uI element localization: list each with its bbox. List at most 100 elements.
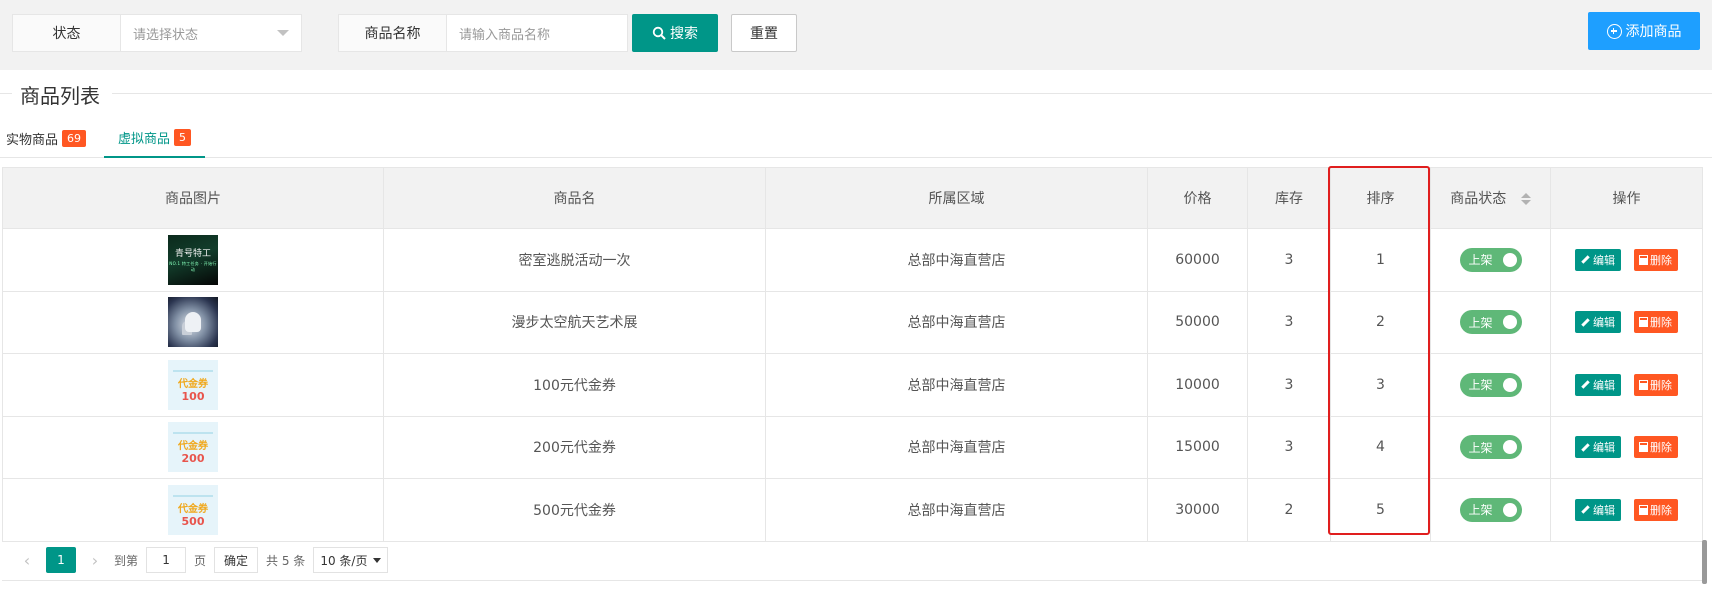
product-tabs: 实物商品 69 虚拟商品 5 bbox=[0, 118, 1712, 158]
product-price: 50000 bbox=[1147, 290, 1248, 354]
section-title: 商品列表 bbox=[20, 84, 100, 108]
pencil-icon bbox=[1581, 505, 1590, 514]
name-input[interactable]: 请输入商品名称 bbox=[447, 15, 627, 51]
product-price: 30000 bbox=[1147, 478, 1248, 542]
edit-button[interactable]: 编辑 bbox=[1575, 498, 1621, 521]
sort-icon[interactable] bbox=[1520, 193, 1531, 205]
status-toggle[interactable]: 上架 bbox=[1459, 435, 1522, 460]
actions-cell: 编辑 删除 bbox=[1550, 290, 1703, 354]
prev-page-icon[interactable]: ‹ bbox=[16, 551, 38, 570]
total-count: 共 5 条 bbox=[266, 553, 306, 568]
reset-button[interactable]: 重置 bbox=[731, 14, 797, 52]
status-cell: 上架 bbox=[1430, 478, 1551, 542]
tab-label: 实物商品 bbox=[6, 132, 59, 148]
thumbnail-stripe bbox=[173, 494, 213, 497]
page-size-value: 10 条/页 bbox=[320, 553, 368, 568]
table-row: 青号特工 NO.1 特工任务 · 开始行动 密室逃脱活动一次 总部中海直营店 6… bbox=[2, 228, 1703, 292]
product-image-cell: 代金券 100 bbox=[2, 353, 384, 417]
legend-divider-left bbox=[0, 93, 12, 94]
status-toggle[interactable]: 上架 bbox=[1459, 247, 1522, 272]
search-button-label: 搜索 bbox=[670, 26, 698, 42]
trash-icon bbox=[1639, 317, 1648, 328]
delete-button[interactable]: 删除 bbox=[1634, 373, 1678, 396]
pagination: ‹ 1 › 到第 1 页 确定 共 5 条 10 条/页 bbox=[2, 540, 389, 580]
pencil-icon bbox=[1581, 255, 1590, 264]
add-product-button[interactable]: 添加商品 bbox=[1588, 12, 1700, 50]
product-sort: 5 bbox=[1330, 478, 1431, 542]
thumbnail-text: 青号特工 bbox=[174, 249, 211, 260]
scrollbar-thumb[interactable] bbox=[1702, 540, 1707, 584]
product-image-cell: 代金券 500 bbox=[2, 478, 384, 542]
goto-page-input[interactable]: 1 bbox=[146, 547, 187, 573]
status-select[interactable]: 请选择状态 bbox=[121, 15, 301, 51]
column-header: 排序 bbox=[1330, 167, 1431, 229]
delete-button-label: 删除 bbox=[1650, 316, 1672, 330]
status-toggle-label: 上架 bbox=[1468, 315, 1493, 330]
status-toggle[interactable]: 上架 bbox=[1459, 310, 1522, 335]
product-name: 漫步太空航天艺术展 bbox=[383, 290, 766, 354]
delete-button-label: 删除 bbox=[1650, 503, 1672, 517]
pencil-icon bbox=[1581, 318, 1590, 327]
product-price: 60000 bbox=[1147, 228, 1248, 292]
status-toggle[interactable]: 上架 bbox=[1459, 497, 1522, 522]
product-thumbnail bbox=[168, 297, 218, 348]
status-toggle[interactable]: 上架 bbox=[1459, 372, 1522, 397]
edit-button[interactable]: 编辑 bbox=[1575, 373, 1621, 396]
thumbnail-text: 代金券 bbox=[178, 378, 208, 390]
table-row: 代金券 100 100元代金券 总部中海直营店 10000 3 3 上架 编辑 … bbox=[2, 353, 1703, 417]
thumbnail-stripe bbox=[173, 369, 213, 372]
thumbnail-text: 代金券 bbox=[178, 441, 208, 453]
pagination-divider bbox=[2, 580, 1702, 581]
delete-button[interactable]: 删除 bbox=[1634, 248, 1678, 271]
product-name: 500元代金券 bbox=[383, 478, 766, 542]
status-cell: 上架 bbox=[1430, 228, 1551, 292]
edit-button[interactable]: 编辑 bbox=[1575, 311, 1621, 334]
product-price: 10000 bbox=[1147, 353, 1248, 417]
status-toggle-label: 上架 bbox=[1468, 440, 1493, 455]
tab-virtual-products[interactable]: 虚拟商品 5 bbox=[104, 118, 206, 158]
trash-icon bbox=[1639, 504, 1648, 515]
product-thumbnail: 代金券 200 bbox=[168, 422, 218, 473]
actions-cell: 编辑 删除 bbox=[1550, 415, 1703, 479]
status-filter-label: 状态 bbox=[13, 15, 121, 51]
product-thumbnail: 青号特工 NO.1 特工任务 · 开始行动 bbox=[168, 234, 218, 285]
status-select-placeholder: 请选择状态 bbox=[133, 27, 199, 43]
name-filter-label: 商品名称 bbox=[339, 15, 447, 51]
toggle-knob bbox=[1502, 440, 1517, 455]
product-stock: 3 bbox=[1247, 228, 1331, 292]
delete-button[interactable]: 删除 bbox=[1634, 498, 1678, 521]
column-header: 商品名 bbox=[383, 167, 766, 229]
product-region: 总部中海直营店 bbox=[765, 415, 1148, 479]
next-page-icon[interactable]: › bbox=[84, 551, 106, 570]
status-filter: 状态 请选择状态 bbox=[12, 14, 302, 52]
product-name: 100元代金券 bbox=[383, 353, 766, 417]
goto-confirm-button[interactable]: 确定 bbox=[214, 547, 259, 573]
product-stock: 3 bbox=[1247, 415, 1331, 479]
edit-button[interactable]: 编辑 bbox=[1575, 436, 1621, 459]
product-region: 总部中海直营店 bbox=[765, 228, 1148, 292]
toggle-knob bbox=[1502, 315, 1517, 330]
delete-button[interactable]: 删除 bbox=[1634, 436, 1678, 459]
page-size-select[interactable]: 10 条/页 bbox=[313, 547, 389, 573]
product-sort: 1 bbox=[1330, 228, 1431, 292]
column-header: 操作 bbox=[1550, 167, 1703, 229]
product-stock: 3 bbox=[1247, 353, 1331, 417]
count-badge: 69 bbox=[62, 129, 87, 147]
delete-button[interactable]: 删除 bbox=[1634, 311, 1678, 334]
tab-physical-products[interactable]: 实物商品 69 bbox=[6, 118, 87, 158]
current-page-button[interactable]: 1 bbox=[46, 547, 76, 573]
product-region: 总部中海直营店 bbox=[765, 353, 1148, 417]
status-toggle-label: 上架 bbox=[1468, 378, 1493, 393]
edit-button[interactable]: 编辑 bbox=[1575, 248, 1621, 271]
status-cell: 上架 bbox=[1430, 353, 1551, 417]
status-column-header[interactable]: 商品状态 bbox=[1430, 167, 1551, 229]
name-filter: 商品名称 请输入商品名称 bbox=[338, 14, 628, 52]
table-row: 漫步太空航天艺术展 总部中海直营店 50000 3 2 上架 编辑 删除 bbox=[2, 290, 1703, 354]
edit-button-label: 编辑 bbox=[1593, 253, 1615, 267]
product-sort: 4 bbox=[1330, 415, 1431, 479]
search-button[interactable]: 搜索 bbox=[632, 14, 718, 52]
actions-cell: 编辑 删除 bbox=[1550, 228, 1703, 292]
filter-bar: 状态 请选择状态 商品名称 请输入商品名称 搜索 重置 添加商品 bbox=[0, 0, 1712, 70]
column-header: 价格 bbox=[1147, 167, 1248, 229]
table-header-row: 商品图片 商品名 所属区域 价格 库存 排序 商品状态 操作 bbox=[2, 167, 1703, 229]
